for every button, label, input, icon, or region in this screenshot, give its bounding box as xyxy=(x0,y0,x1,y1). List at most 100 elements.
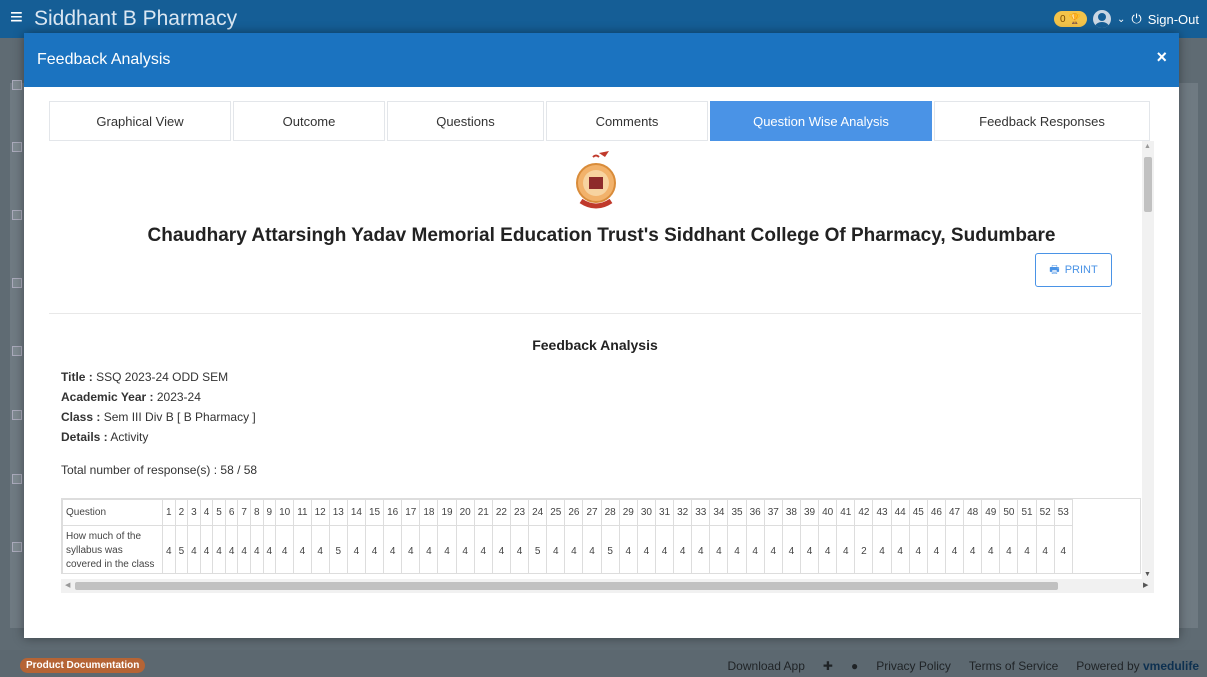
terms-link[interactable]: Terms of Service xyxy=(969,659,1058,673)
row-checkbox[interactable] xyxy=(12,474,22,484)
tab-comments[interactable]: Comments xyxy=(546,101,708,141)
column-header: 52 xyxy=(1035,499,1055,526)
meta-class: Class : Sem III Div B [ B Pharmacy ] xyxy=(61,407,256,427)
column-header: 53 xyxy=(1053,499,1073,526)
horizontal-scroll-thumb[interactable] xyxy=(75,582,1058,590)
tab-graphical-view[interactable]: Graphical View xyxy=(49,101,231,141)
column-header: 50 xyxy=(999,499,1019,526)
rating-cell: 4 xyxy=(491,525,511,573)
divider xyxy=(49,313,1141,314)
column-header: 49 xyxy=(981,499,1001,526)
rating-cell: 4 xyxy=(691,525,711,573)
rating-cell: 4 xyxy=(473,525,493,573)
column-header: 28 xyxy=(600,499,620,526)
power-icon[interactable]: ⏻ xyxy=(1131,11,1141,27)
privacy-policy-link[interactable]: Privacy Policy xyxy=(876,659,951,673)
column-header: 7 xyxy=(237,499,251,526)
rating-cell: 4 xyxy=(836,525,856,573)
column-header: 34 xyxy=(709,499,729,526)
column-header: 41 xyxy=(836,499,856,526)
column-header: 37 xyxy=(763,499,783,526)
rating-cell: 5 xyxy=(600,525,620,573)
print-label: PRINT xyxy=(1064,264,1098,276)
row-checkbox[interactable] xyxy=(12,278,22,288)
rating-cell: 4 xyxy=(262,525,277,573)
scroll-left-icon[interactable]: ◀ xyxy=(65,581,70,589)
rating-cell: 4 xyxy=(310,525,330,573)
android-icon[interactable]: ✚ xyxy=(823,659,833,673)
user-avatar-icon[interactable] xyxy=(1093,10,1111,28)
rating-cell: 4 xyxy=(509,525,530,573)
rating-cell: 4 xyxy=(564,525,584,573)
rating-cell: 4 xyxy=(981,525,1001,573)
rating-cell: 4 xyxy=(709,525,729,573)
column-header: 39 xyxy=(799,499,820,526)
column-header: 33 xyxy=(691,499,711,526)
report-heading: Feedback Analysis xyxy=(532,337,658,353)
rating-cell: 4 xyxy=(799,525,820,573)
column-header: 24 xyxy=(528,499,548,526)
trophy-icon: 🏆 xyxy=(1068,13,1081,25)
column-header: 17 xyxy=(401,499,421,526)
print-button[interactable]: 🖶 PRINT xyxy=(1035,253,1112,287)
close-icon[interactable]: × xyxy=(1156,47,1167,68)
year-label: Academic Year : xyxy=(61,390,154,404)
rating-cell: 4 xyxy=(419,525,439,573)
vertical-scroll-thumb[interactable] xyxy=(1144,157,1152,212)
year-value: 2023-24 xyxy=(156,390,201,404)
column-header: 23 xyxy=(509,499,530,526)
column-header: 29 xyxy=(618,499,638,526)
rating-cell: 4 xyxy=(401,525,421,573)
tab-feedback-responses[interactable]: Feedback Responses xyxy=(934,101,1150,141)
tab-outcome[interactable]: Outcome xyxy=(233,101,385,141)
app-title: Siddhant B Pharmacy xyxy=(34,7,238,30)
rating-cell: 4 xyxy=(249,525,264,573)
rating-cell: 4 xyxy=(727,525,747,573)
details-label: Details : xyxy=(61,430,108,444)
row-checkbox[interactable] xyxy=(12,410,22,420)
rating-cell: 4 xyxy=(437,525,457,573)
column-header: 2 xyxy=(174,499,189,526)
scroll-right-icon[interactable]: ▶ xyxy=(1143,581,1148,589)
column-header: 47 xyxy=(944,499,965,526)
column-header: 10 xyxy=(275,499,295,526)
column-header: 16 xyxy=(383,499,403,526)
tab-question-wise-analysis[interactable]: Question Wise Analysis xyxy=(710,101,932,141)
row-checkbox[interactable] xyxy=(12,542,22,552)
scroll-up-icon[interactable]: ▲ xyxy=(1144,143,1151,150)
brand-name[interactable]: vmedulife xyxy=(1143,659,1199,673)
column-header: 35 xyxy=(727,499,747,526)
menu-icon[interactable]: ≡ xyxy=(10,6,23,28)
header-actions: 0 🏆 ⌄ ⏻ Sign-Out xyxy=(1053,10,1199,28)
column-header: 38 xyxy=(781,499,801,526)
scroll-down-icon[interactable]: ▼ xyxy=(1144,571,1151,578)
rating-cell: 4 xyxy=(781,525,801,573)
rating-cell: 4 xyxy=(654,525,675,573)
row-checkbox[interactable] xyxy=(12,210,22,220)
row-checkbox[interactable] xyxy=(12,346,22,356)
signout-link[interactable]: Sign-Out xyxy=(1148,12,1199,27)
rating-cell: 4 xyxy=(455,525,475,573)
question-table: Question 1 2 3 4 5 6 7 8 9 10 11 12 13 14 15 16 17 18 19 20 2… xyxy=(62,499,1073,573)
column-header: 6 xyxy=(224,499,239,526)
row-checkbox[interactable] xyxy=(12,142,22,152)
rating-cell: 5 xyxy=(174,525,189,573)
product-documentation-button[interactable]: Product Documentation xyxy=(20,658,146,673)
column-header: 36 xyxy=(745,499,765,526)
rating-cell: 4 xyxy=(618,525,638,573)
notification-count: 0 xyxy=(1059,13,1066,25)
rating-cell: 4 xyxy=(890,525,910,573)
chevron-down-icon[interactable]: ⌄ xyxy=(1117,14,1125,25)
column-header: 21 xyxy=(473,499,493,526)
tab-questions[interactable]: Questions xyxy=(387,101,544,141)
rating-cell: 4 xyxy=(636,525,656,573)
rating-cell: 4 xyxy=(187,525,201,573)
apple-icon[interactable]: ● xyxy=(851,659,858,673)
column-header: 1 xyxy=(162,499,176,526)
row-checkbox[interactable] xyxy=(12,80,22,90)
powered-by-label: Powered by xyxy=(1076,659,1140,673)
rating-cell: 4 xyxy=(293,525,312,573)
notification-badge[interactable]: 0 🏆 xyxy=(1053,11,1087,27)
download-app-link[interactable]: Download App xyxy=(728,659,805,673)
rating-cell: 5 xyxy=(528,525,548,573)
